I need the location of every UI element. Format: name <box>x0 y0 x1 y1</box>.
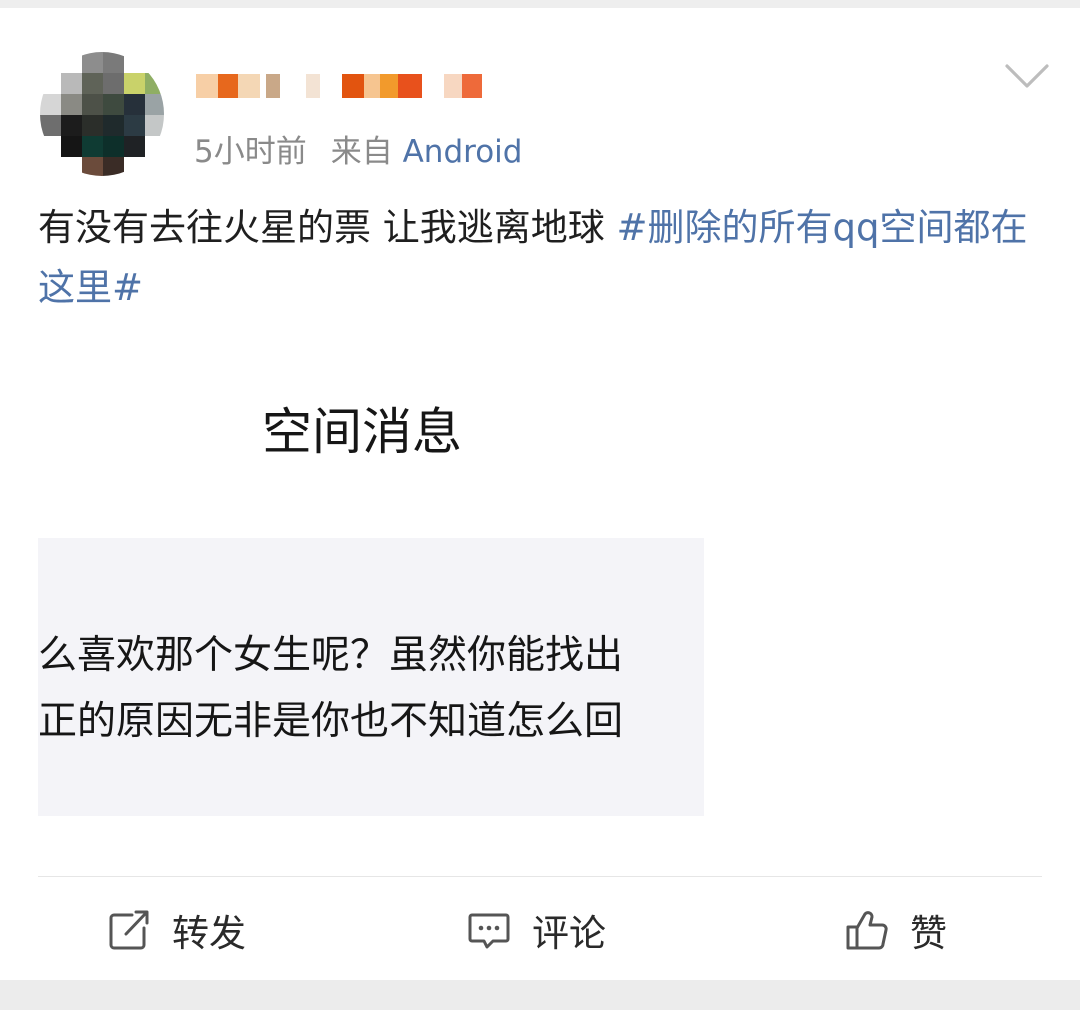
thumbs-up-icon <box>846 911 888 950</box>
top-strip <box>0 0 1080 8</box>
embedded-image-title: 空间消息 <box>262 403 462 461</box>
divider <box>38 876 1042 877</box>
embedded-image[interactable]: 么喜欢那个女生呢？虽然你能找出 正的原因无非是你也不知道怎么回 <box>38 538 704 816</box>
comment-label: 评论 <box>532 912 606 955</box>
bottom-strip <box>0 980 1080 1010</box>
comment-icon <box>468 913 510 949</box>
comment-button[interactable]: 评论 <box>466 898 606 962</box>
repost-button[interactable]: 转发 <box>106 898 246 962</box>
repost-label: 转发 <box>172 912 246 955</box>
embedded-text-line: 正的原因无非是你也不知道怎么回 <box>38 699 624 744</box>
embedded-text-line: 么喜欢那个女生呢？虽然你能找出 <box>38 633 624 678</box>
like-button[interactable]: 赞 <box>844 898 947 962</box>
post-body: 有没有去往火星的票 让我逃离地球 <box>38 206 617 249</box>
chevron-down-icon[interactable] <box>1004 62 1050 92</box>
post-meta: 5小时前 来自 Android <box>194 126 522 171</box>
avatar[interactable] <box>40 52 164 176</box>
source-prefix: 来自 <box>330 134 393 170</box>
post-text: 有没有去往火星的票 让我逃离地球 #删除的所有qq空间都在这里# <box>38 198 1048 318</box>
source-link[interactable]: Android <box>403 134 523 170</box>
post-time: 5小时前 <box>194 134 307 170</box>
username[interactable] <box>196 70 496 104</box>
repost-icon <box>109 910 149 950</box>
like-label: 赞 <box>910 912 947 955</box>
